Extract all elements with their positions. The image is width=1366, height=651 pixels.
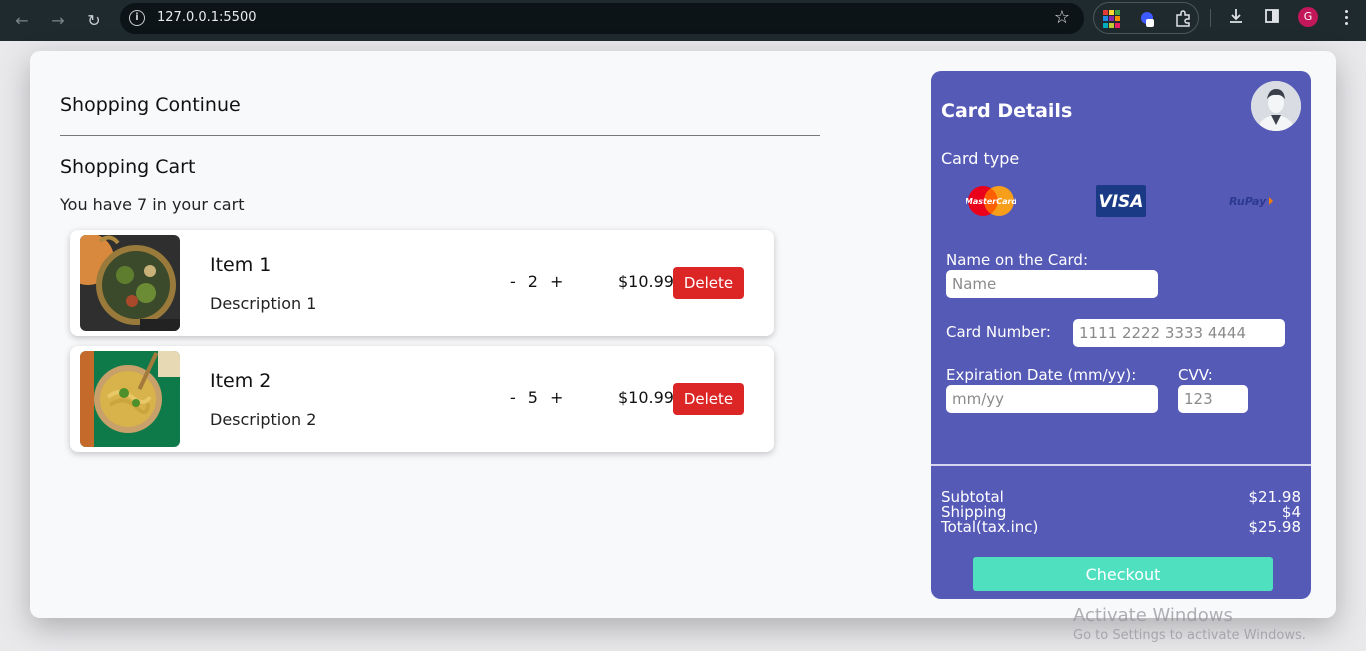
decrease-quantity-button[interactable]: -	[510, 388, 516, 407]
address-url: 127.0.0.1:5500	[157, 10, 257, 25]
cvv-input[interactable]	[1178, 385, 1248, 413]
download-icon[interactable]	[1226, 7, 1246, 27]
cart-item: Item 1 Description 1 - 2 + $10.99 Delete	[70, 230, 774, 336]
card-number-label: Card Number:	[946, 323, 1051, 341]
mastercard-logo-icon[interactable]: MasterCard	[965, 184, 1017, 218]
expiration-date-input[interactable]	[946, 385, 1158, 413]
item-name: Item 1	[210, 254, 272, 276]
windows-activation-watermark: Activate Windows Go to Settings to activ…	[1073, 605, 1306, 643]
expiration-date-label: Expiration Date (mm/yy):	[946, 366, 1137, 384]
card-details-title: Card Details	[941, 100, 1073, 122]
cvv-label: CVV:	[1178, 366, 1213, 384]
item-image-noodles	[80, 351, 180, 447]
visa-logo-icon[interactable]: VISA	[1095, 184, 1147, 218]
card-type-label: Card type	[941, 149, 1020, 168]
side-panel-icon[interactable]	[1262, 7, 1282, 27]
extensions-group	[1093, 2, 1199, 34]
decrease-quantity-button[interactable]: -	[510, 272, 516, 291]
item-name: Item 2	[210, 370, 272, 392]
card-number-input[interactable]	[1073, 319, 1285, 347]
puzzle-extensions-icon[interactable]	[1174, 10, 1192, 28]
extension-app-icon[interactable]	[1138, 10, 1156, 28]
visa-logo-text: VISA	[1099, 192, 1144, 212]
quantity-value: 2	[527, 272, 538, 291]
total-value: $25.98	[1248, 518, 1302, 536]
item-image-curry	[80, 235, 180, 331]
page-container: Shopping Continue Shopping Cart You have…	[30, 51, 1336, 618]
card-details-panel: Card Details Card type MasterCard VISA R…	[931, 71, 1311, 599]
cart-title: Shopping Cart	[60, 156, 196, 178]
name-on-card-label: Name on the Card:	[946, 251, 1089, 269]
rupay-logo-text: RuPay	[1229, 195, 1267, 208]
divider	[60, 135, 820, 136]
reload-icon[interactable]: ↻	[80, 6, 108, 34]
back-arrow-icon[interactable]: ←	[8, 6, 36, 34]
profile-avatar[interactable]: G	[1298, 7, 1318, 27]
watermark-title: Activate Windows	[1073, 605, 1233, 626]
shopping-continue-link[interactable]: Shopping Continue	[60, 94, 241, 116]
quantity-stepper: - 5 +	[510, 388, 563, 407]
bookmark-star-icon[interactable]: ☆	[1054, 7, 1070, 28]
quantity-stepper: - 2 +	[510, 272, 563, 291]
browser-menu-icon[interactable]	[1336, 5, 1356, 29]
item-description: Description 2	[210, 410, 317, 429]
total-label: Total(tax.inc)	[941, 518, 1039, 536]
increase-quantity-button[interactable]: +	[550, 272, 563, 291]
mastercard-logo-text: MasterCard	[966, 197, 1016, 206]
browser-toolbar: ← → ↻ i 127.0.0.1:5500 ☆ G	[0, 0, 1366, 41]
checkout-button[interactable]: Checkout	[973, 557, 1273, 591]
watermark-subtitle: Go to Settings to activate Windows.	[1073, 628, 1306, 643]
item-description: Description 1	[210, 294, 317, 313]
delete-button[interactable]: Delete	[673, 383, 744, 415]
delete-button[interactable]: Delete	[673, 267, 744, 299]
order-totals: Subtotal $21.98 Shipping $4 Total(tax.in…	[941, 490, 1301, 535]
item-price: $10.99	[618, 388, 674, 407]
quantity-value: 5	[527, 388, 538, 407]
continue-label: Shopping Continue	[60, 94, 241, 116]
item-price: $10.99	[618, 272, 674, 291]
toolbar-divider	[1210, 9, 1211, 27]
cart-item: Item 2 Description 2 - 5 + $10.99 Delete	[70, 346, 774, 452]
rupay-logo-icon[interactable]: RuPay	[1227, 184, 1277, 218]
panel-divider	[931, 464, 1311, 466]
name-on-card-input[interactable]	[946, 270, 1158, 298]
cart-count-text: You have 7 in your cart	[60, 195, 245, 214]
site-info-icon[interactable]: i	[129, 10, 145, 26]
forward-arrow-icon[interactable]: →	[44, 6, 72, 34]
address-bar[interactable]: i 127.0.0.1:5500 ☆	[120, 3, 1084, 34]
increase-quantity-button[interactable]: +	[550, 388, 563, 407]
user-avatar	[1251, 81, 1301, 131]
total-row: Total(tax.inc) $25.98	[941, 520, 1301, 535]
apps-grid-icon[interactable]	[1103, 10, 1121, 28]
